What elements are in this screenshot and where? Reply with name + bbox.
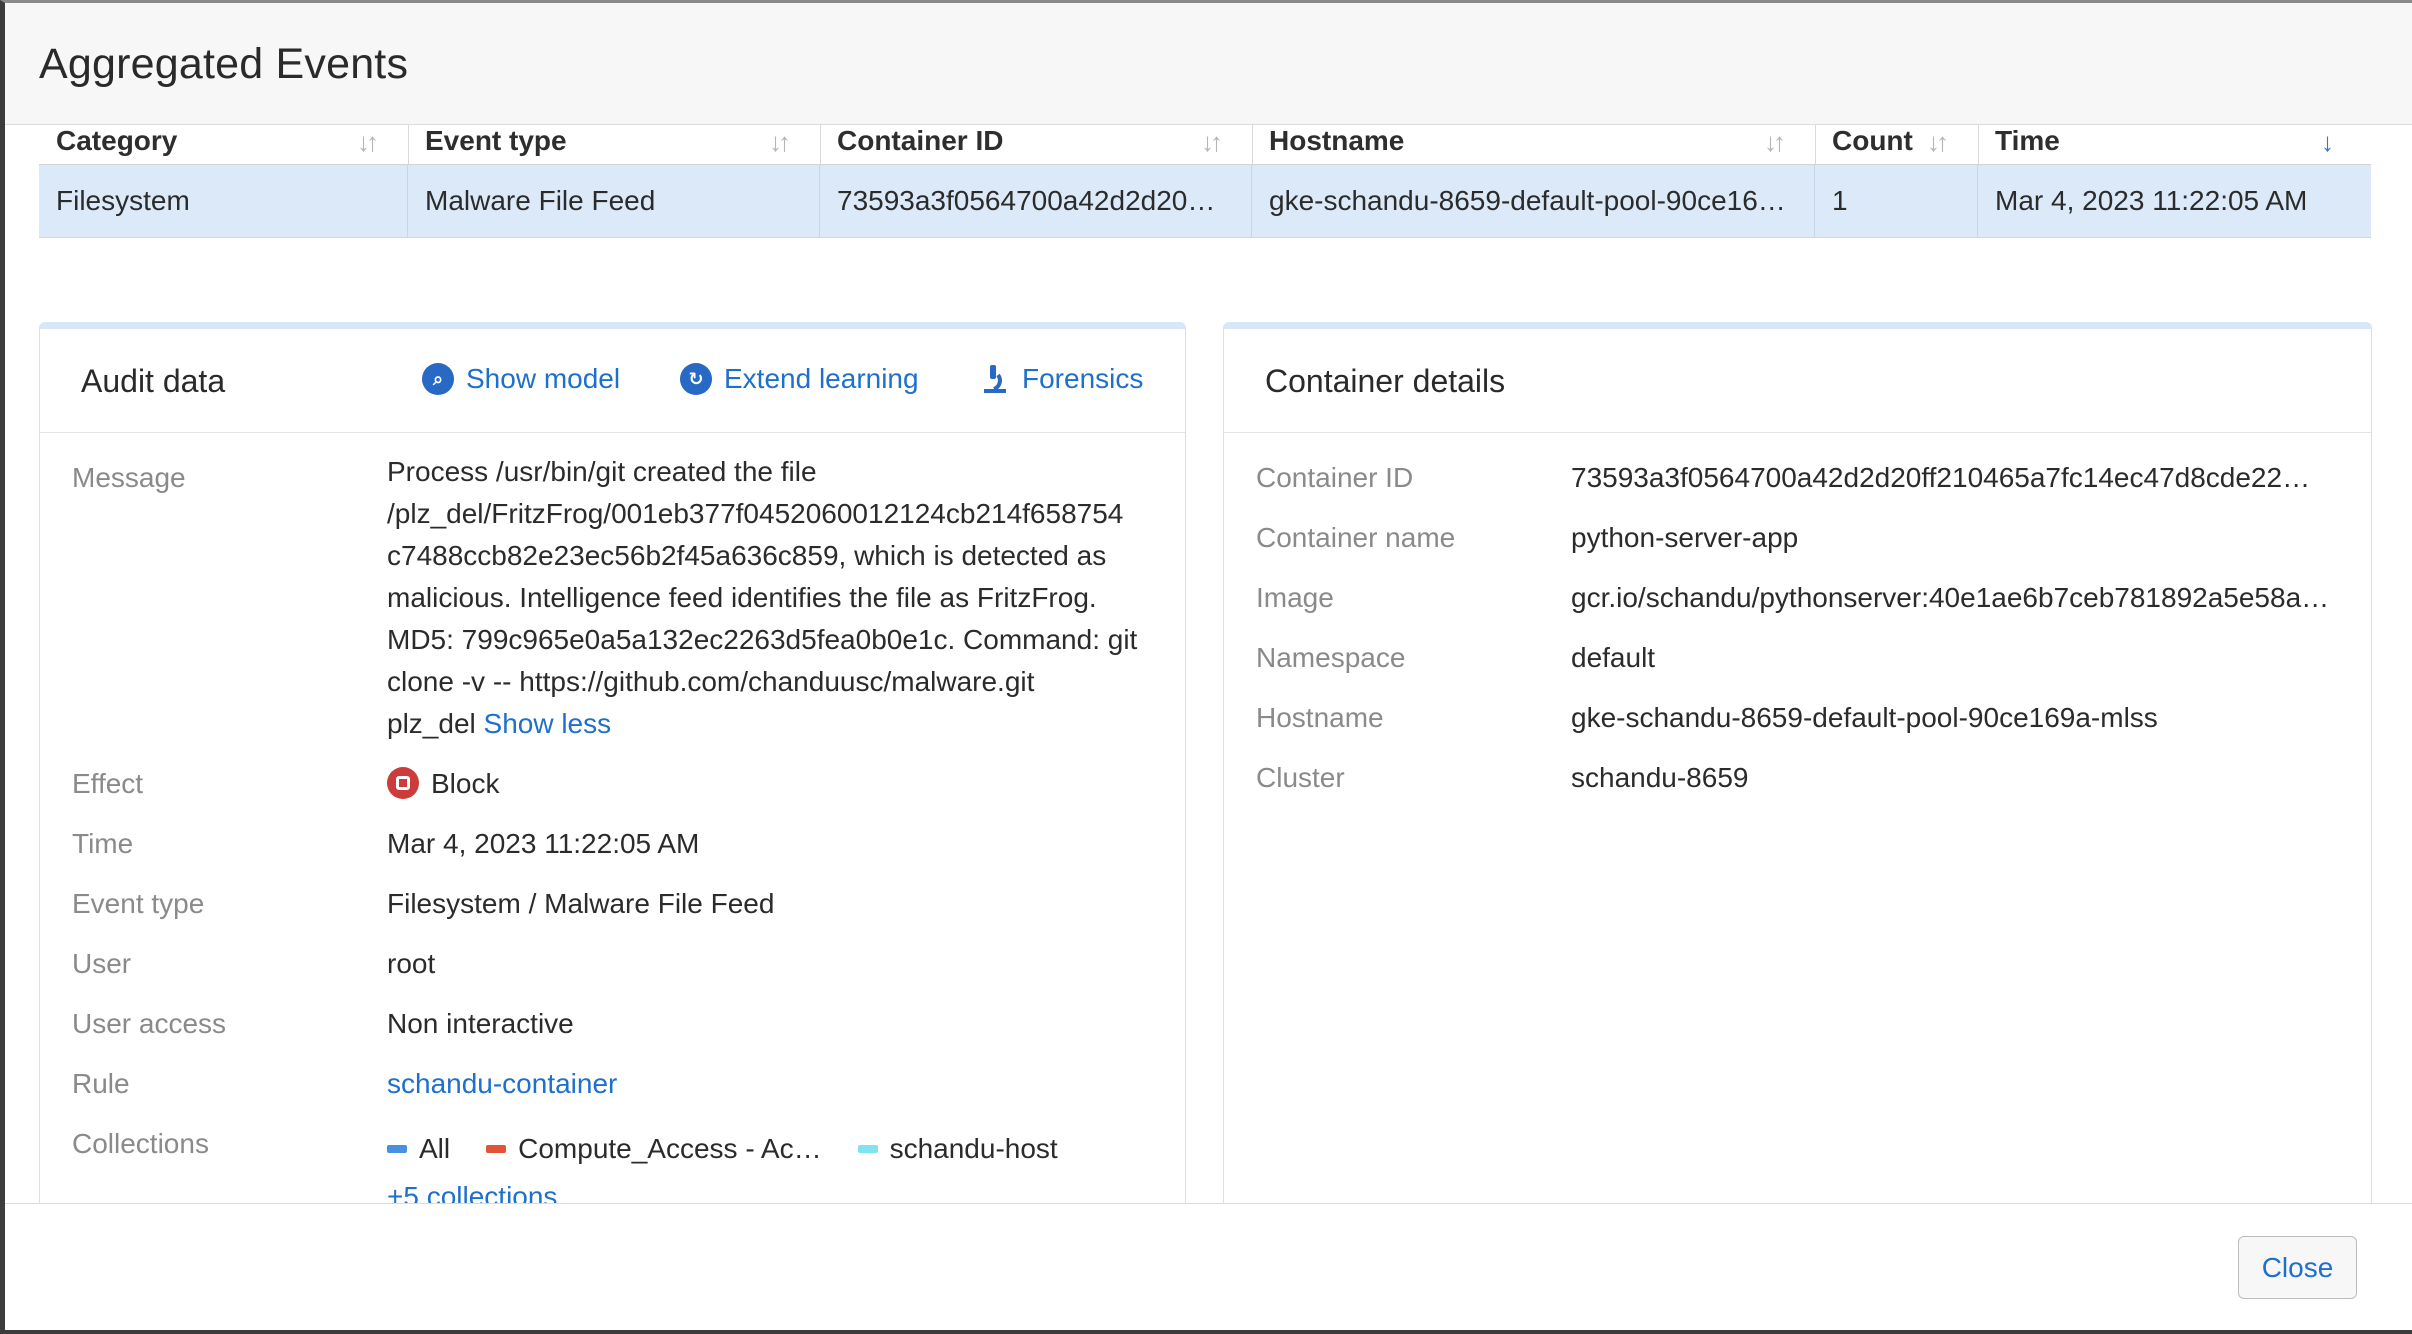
more-collections-link[interactable]: +5 collections — [387, 1176, 1094, 1203]
collections-label: Collections — [72, 1128, 209, 1159]
collection-chip[interactable]: Compute_Access - Ac… — [486, 1128, 822, 1170]
refresh-icon: ↻ — [680, 363, 712, 395]
container-id-label: Container ID — [1256, 462, 1414, 493]
sort-arrows-icon[interactable]: ↓↑ — [769, 127, 791, 158]
search-icon: ⌕ — [422, 363, 454, 395]
container-id-value: 73593a3f0564700a42d2d20ff210465a7fc14ec4… — [1571, 462, 2311, 493]
rule-link[interactable]: schandu-container — [387, 1063, 617, 1105]
cluster-label: Cluster — [1256, 762, 1345, 793]
column-header-time[interactable]: Time — [1978, 125, 2371, 164]
message-label: Message — [72, 462, 186, 493]
detail-row-image: Image gcr.io/schandu/pythonserver:40e1ae… — [1256, 577, 2351, 637]
detail-row-time: Time Mar 4, 2023 11:22:05 AM — [72, 823, 1165, 883]
cell-event-type: Malware File Feed — [408, 165, 820, 237]
detail-row-user: User root — [72, 943, 1165, 1003]
detail-row-namespace: Namespace default — [1256, 637, 2351, 697]
collections-value: All Compute_Access - Ac… schandu-host +5… — [387, 1123, 1094, 1203]
column-header-category[interactable]: Category — [39, 125, 408, 164]
sort-arrows-icon[interactable]: ↓↑ — [1764, 127, 1786, 158]
audit-card-title: Audit data — [81, 363, 226, 399]
cell-category: Filesystem — [39, 165, 408, 237]
namespace-label: Namespace — [1256, 642, 1406, 673]
modal-title: Aggregated Events — [39, 40, 409, 88]
detail-row-cluster: Cluster schandu-8659 — [1256, 757, 2351, 817]
show-less-link[interactable]: Show less — [484, 708, 612, 739]
sort-arrows-icon[interactable]: ↓↑ — [357, 127, 379, 158]
image-label: Image — [1256, 582, 1334, 613]
detail-row-effect: Effect Block — [72, 763, 1165, 823]
event-type-value: Filesystem / Malware File Feed — [387, 888, 775, 919]
cell-count: 1 — [1815, 165, 1978, 237]
container-card-header: Container details — [1224, 329, 2371, 433]
time-value: Mar 4, 2023 11:22:05 AM — [387, 828, 700, 859]
collection-chip[interactable]: schandu-host — [857, 1128, 1058, 1170]
show-model-button[interactable]: ⌕ Show model — [422, 363, 620, 395]
detail-row-user-access: User access Non interactive — [72, 1003, 1165, 1063]
rule-label: Rule — [72, 1068, 130, 1099]
microscope-icon — [980, 363, 1010, 395]
effect-value: Block — [387, 763, 499, 805]
container-details-card: Container details Container ID 73593a3f0… — [1223, 322, 2372, 1203]
detail-row-hostname: Hostname gke-schandu-8659-default-pool-9… — [1256, 697, 2351, 757]
detail-row-container-name: Container name python-server-app — [1256, 517, 2351, 577]
container-name-label: Container name — [1256, 522, 1456, 553]
table-header: Category ↓↑ Event type ↓↑ Container ID ↓… — [39, 125, 2371, 165]
sort-arrows-icon[interactable]: ↓↑ — [1927, 127, 1949, 158]
column-header-count[interactable]: Count — [1815, 125, 1978, 164]
sort-arrows-icon[interactable]: ↓↑ — [1201, 127, 1223, 158]
events-table: Category ↓↑ Event type ↓↑ Container ID ↓… — [39, 125, 2371, 238]
user-label: User — [72, 948, 132, 979]
effect-label: Effect — [72, 768, 144, 799]
collection-color-swatch — [857, 1145, 878, 1153]
user-value: root — [387, 948, 436, 979]
cluster-value: schandu-8659 — [1571, 762, 1749, 793]
forensics-button[interactable]: Forensics — [980, 363, 1143, 395]
detail-row-event-type: Event type Filesystem / Malware File Fee… — [72, 883, 1165, 943]
close-button[interactable]: Close — [2238, 1236, 2357, 1299]
cell-time: Mar 4, 2023 11:22:05 AM — [1995, 185, 2308, 216]
collection-color-swatch — [486, 1145, 507, 1153]
user-access-label: User access — [72, 1008, 227, 1039]
block-icon — [387, 766, 419, 799]
container-card-title: Container details — [1265, 363, 1506, 399]
audit-details: Message Process /usr/bin/git created the… — [72, 456, 1165, 1203]
modal-footer: Close — [5, 1203, 2412, 1334]
audit-card-header: Audit data ⌕ Show model ↻ Extend learnin… — [40, 329, 1185, 433]
audit-data-card: Audit data ⌕ Show model ↻ Extend learnin… — [39, 322, 1186, 1203]
container-details: Container ID 73593a3f0564700a42d2d20ff21… — [1256, 457, 2351, 817]
detail-row-rule: Rule schandu-container — [72, 1063, 1165, 1123]
modal-body[interactable]: Category ↓↑ Event type ↓↑ Container ID ↓… — [5, 125, 2412, 1203]
time-label: Time — [72, 828, 134, 859]
cell-hostname: gke-schandu-8659-default-pool-90ce16… — [1252, 165, 1815, 237]
table-row[interactable]: Filesystem Malware File Feed 73593a3f056… — [39, 165, 2371, 238]
container-name-value: python-server-app — [1571, 522, 1799, 553]
event-type-label: Event type — [72, 888, 205, 919]
column-header-event-type[interactable]: Event type — [408, 125, 820, 164]
detail-row-collections: Collections All Compute_Access - Ac… sch… — [72, 1123, 1165, 1203]
collection-color-swatch — [387, 1145, 407, 1153]
namespace-value: default — [1571, 642, 1656, 673]
message-value: Process /usr/bin/git created the file /p… — [387, 456, 1138, 739]
cell-container-id: 73593a3f0564700a42d2d20… — [820, 165, 1252, 237]
image-value: gcr.io/schandu/pythonserver:40e1ae6b7ceb… — [1571, 582, 2330, 613]
detail-row-container-id: Container ID 73593a3f0564700a42d2d20ff21… — [1256, 457, 2351, 517]
modal-header: Aggregated Events — [5, 0, 2412, 125]
hostname-value: gke-schandu-8659-default-pool-90ce169a-m… — [1571, 702, 2158, 733]
arrow-down-icon[interactable]: ↓ — [2321, 127, 2334, 158]
column-header-hostname[interactable]: Hostname — [1252, 125, 1815, 164]
hostname-label: Hostname — [1256, 702, 1384, 733]
column-header-container-id[interactable]: Container ID — [820, 125, 1252, 164]
user-access-value: Non interactive — [387, 1008, 574, 1039]
extend-learning-button[interactable]: ↻ Extend learning — [680, 363, 919, 395]
collection-chip[interactable]: All — [387, 1128, 450, 1170]
detail-row-message: Message Process /usr/bin/git created the… — [72, 456, 1165, 763]
